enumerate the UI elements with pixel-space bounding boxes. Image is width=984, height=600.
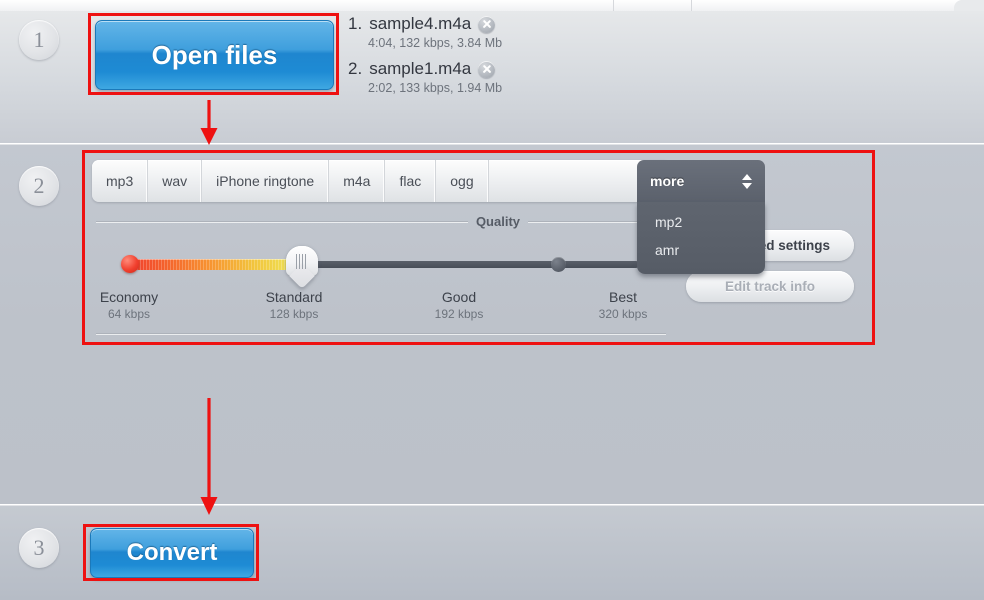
more-dropdown-label: more xyxy=(650,173,685,189)
list-item: 1. sample4.m4a 4:04, 132 kbps, 3.84 Mb xyxy=(348,14,502,50)
file-meta: 4:04, 132 kbps, 3.84 Mb xyxy=(368,36,503,50)
spinner-up-down-icon xyxy=(742,173,752,189)
more-dropdown-menu: mp2 amr xyxy=(637,202,765,274)
open-files-button[interactable]: Open files xyxy=(95,20,334,90)
quality-stop-economy[interactable]: Economy 64 kbps xyxy=(69,289,189,321)
stop-bitrate: 64 kbps xyxy=(107,307,151,321)
quality-section: Quality Economy 64 kbps Standard 128 kbp… xyxy=(96,214,666,329)
quality-title: Quality xyxy=(475,214,521,229)
slider-filled-track xyxy=(125,259,302,270)
file-row: 1. sample4.m4a xyxy=(348,14,502,34)
edit-track-info-button: Edit track info xyxy=(686,271,854,302)
format-and-quality-panel: mp3 wav iPhone ringtone m4a flac ogg mor… xyxy=(92,160,865,335)
quality-stop-standard[interactable]: Standard 128 kbps xyxy=(234,289,354,321)
tab-mp3[interactable]: mp3 xyxy=(92,160,149,202)
tab-ogg[interactable]: ogg xyxy=(436,160,489,202)
close-circle-icon[interactable] xyxy=(478,15,496,33)
tab-m4a[interactable]: m4a xyxy=(329,160,386,202)
file-row: 2. sample1.m4a xyxy=(348,59,502,79)
tab-separator xyxy=(691,0,692,11)
file-name: sample4.m4a xyxy=(369,14,472,33)
stop-bitrate: 192 kbps xyxy=(434,307,484,321)
file-index: 1. xyxy=(348,14,363,33)
tab-iphone-ringtone[interactable]: iPhone ringtone xyxy=(202,160,330,202)
stop-label: Good xyxy=(441,289,477,305)
stop-label: Standard xyxy=(265,289,323,305)
more-formats-dropdown: more mp2 amr xyxy=(637,160,765,274)
file-index: 2. xyxy=(348,59,363,78)
tab-strip-corner xyxy=(954,0,984,11)
step-number-3: 3 xyxy=(19,528,59,568)
converter-app: 1 2 3 Open files 1. sample4.m4a 4:04, 13… xyxy=(0,0,984,600)
file-name: sample1.m4a xyxy=(369,59,472,78)
list-item: 2. sample1.m4a 2:02, 133 kbps, 1.94 Mb xyxy=(348,59,502,95)
slider-start-dot xyxy=(121,255,139,273)
format-tab-bar: mp3 wav iPhone ringtone m4a flac ogg xyxy=(92,160,670,202)
quality-stop-best[interactable]: Best 320 kbps xyxy=(563,289,683,321)
slider-good-marker xyxy=(551,257,566,272)
quality-stop-labels: Economy 64 kbps Standard 128 kbps Good 1… xyxy=(96,289,666,329)
browser-tab-strip xyxy=(0,0,984,11)
quality-bottom-divider xyxy=(96,333,666,334)
slider-handle[interactable] xyxy=(286,246,318,289)
file-list: 1. sample4.m4a 4:04, 132 kbps, 3.84 Mb 2… xyxy=(348,14,502,104)
stop-label: Economy xyxy=(99,289,159,305)
quality-slider[interactable] xyxy=(96,243,666,289)
file-meta: 2:02, 133 kbps, 1.94 Mb xyxy=(368,81,503,95)
tab-separator xyxy=(613,0,614,11)
tab-wav[interactable]: wav xyxy=(148,160,203,202)
stop-label: Best xyxy=(608,289,637,305)
quality-stop-good[interactable]: Good 192 kbps xyxy=(399,289,519,321)
convert-button[interactable]: Convert xyxy=(90,528,254,578)
tab-flac[interactable]: flac xyxy=(385,160,437,202)
quality-heading: Quality xyxy=(96,214,666,229)
more-dropdown-toggle[interactable]: more xyxy=(637,160,765,202)
stop-bitrate: 320 kbps xyxy=(598,307,648,321)
menu-item-mp2[interactable]: mp2 xyxy=(637,208,765,236)
close-circle-icon[interactable] xyxy=(478,60,496,78)
divider-left xyxy=(96,221,468,222)
step-number-1: 1 xyxy=(19,20,59,60)
step-number-2: 2 xyxy=(19,166,59,206)
stop-bitrate: 128 kbps xyxy=(269,307,319,321)
menu-item-amr[interactable]: amr xyxy=(637,236,765,264)
